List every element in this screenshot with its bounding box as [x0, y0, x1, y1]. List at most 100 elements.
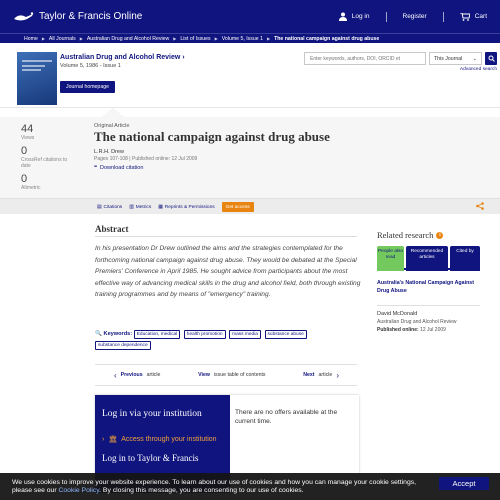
- view-label: View: [198, 372, 210, 378]
- related-heading: Related research i: [377, 230, 480, 240]
- citations-label: Citations: [103, 204, 123, 210]
- breadcrumb: Home ▶ All Journals ▶ Australian Drug an…: [0, 33, 500, 43]
- keyword-tag[interactable]: health promotion: [183, 330, 226, 339]
- search-button[interactable]: [485, 52, 497, 65]
- divider: [442, 11, 444, 22]
- cover-decoration: [22, 65, 45, 67]
- chevron-down-icon: ⌄: [472, 55, 477, 62]
- journal-title: Australian Drug and Alcohol Review: [60, 54, 181, 61]
- next-article-link[interactable]: Next article ›: [303, 371, 339, 380]
- logo-lamp-icon: [14, 11, 34, 20]
- keyword-tag[interactable]: Education, medical: [133, 330, 181, 339]
- journal-title-link[interactable]: Australian Drug and Alcohol Review ›: [60, 54, 185, 61]
- reprints-label: Reprints & Permissions: [164, 204, 215, 210]
- advanced-search-link[interactable]: Advanced search: [460, 67, 497, 72]
- chevron-right-icon: ›: [182, 54, 185, 61]
- journal-homepage-button[interactable]: Journal homepage: [60, 81, 115, 93]
- login-label: Log in: [351, 13, 370, 20]
- abstract-heading: Abstract: [95, 224, 129, 234]
- login-link[interactable]: Log in: [338, 12, 370, 21]
- article-header: 44 Views 0 CrossRef citations to date 0 …: [0, 117, 500, 214]
- keywords-label: Keywords:: [103, 331, 133, 337]
- metrics-label: Metrics: [135, 204, 152, 210]
- altmetric-label: Altmetric: [21, 185, 41, 191]
- info-icon[interactable]: i: [436, 231, 444, 239]
- user-icon: [338, 12, 347, 21]
- breadcrumb-arrow-icon: ▶: [173, 36, 177, 41]
- related-published: Published online: 12 Jul 2009: [377, 327, 480, 333]
- brand-logo[interactable]: Taylor & Francis Online: [13, 11, 142, 23]
- previous-label: Previous: [120, 372, 143, 378]
- institution-icon: 🏛: [108, 436, 118, 443]
- chevron-right-icon: ›: [102, 436, 105, 443]
- view-toc-link[interactable]: View issue table of contents: [198, 372, 265, 378]
- divider: [95, 236, 357, 237]
- breadcrumb-arrow-icon: ▶: [214, 36, 218, 41]
- cookie-text-line2: please see our Cookie Policy. By closing…: [12, 487, 500, 495]
- breadcrumb-arrow-icon: ▶: [79, 36, 83, 41]
- accept-cookies-button[interactable]: Accept: [439, 477, 489, 490]
- related-research: Related research i People also read Reco…: [377, 230, 480, 333]
- chevron-right-icon: ›: [336, 370, 339, 380]
- citations-tab[interactable]: ▤ Citations: [97, 202, 122, 212]
- tab-cited-by[interactable]: Cited by: [450, 246, 480, 271]
- keyword-tag[interactable]: substance abuse: [264, 330, 307, 339]
- breadcrumb-all-journals[interactable]: All Journals: [49, 36, 76, 42]
- institution-access-link[interactable]: › 🏛 Access through your institution: [102, 435, 223, 445]
- cookie-banner: We use cookies to improve your website e…: [0, 473, 500, 500]
- previous-article-link[interactable]: ‹ Previous article: [114, 371, 160, 380]
- article-pages: Pages 107-108 | Published online: 12 Jul…: [94, 156, 198, 162]
- tf-login-heading: Log in to Taylor & Francis: [102, 453, 199, 463]
- breadcrumb-journal[interactable]: Australian Drug and Alcohol Review: [87, 36, 169, 42]
- top-header: Taylor & Francis Online Log in Register …: [0, 0, 500, 33]
- quote-icon: ❝: [94, 165, 97, 171]
- next-label: Next: [303, 372, 315, 378]
- views-count: 44: [21, 123, 34, 135]
- published-date: 12 Jul 2009: [420, 327, 446, 333]
- search-input[interactable]: [304, 52, 426, 65]
- cover-decoration: [22, 69, 41, 71]
- search-scope-value: This Journal: [434, 55, 463, 62]
- get-access-button[interactable]: Get access: [221, 202, 254, 212]
- related-article-link[interactable]: Australia's National Campaign Against Dr…: [377, 279, 480, 295]
- related-author: David McDonald: [377, 311, 418, 317]
- cover-decoration: [22, 60, 52, 62]
- article-author[interactable]: L.R.H. Drew: [94, 149, 124, 155]
- altmetric-count: 0: [21, 173, 28, 185]
- article-title: The national campaign against drug abuse: [94, 129, 330, 144]
- brand-name: Taylor & Francis Online: [39, 11, 143, 22]
- tab-people-also-read[interactable]: People also read: [377, 246, 404, 271]
- views-metric: 44 Views: [21, 123, 69, 141]
- altmetric-metric: 0 Altmetric: [21, 173, 69, 191]
- citations-icon: ▤: [97, 204, 102, 210]
- reprints-icon: ▦: [158, 204, 163, 210]
- journal-header: Australian Drug and Alcohol Review › Vol…: [0, 43, 500, 108]
- views-label: Views: [21, 135, 35, 141]
- next-sublabel: article: [318, 372, 333, 378]
- crossref-label: CrossRef citations to date: [21, 157, 68, 169]
- article-navigation: ‹ Previous article View issue table of c…: [95, 364, 357, 386]
- keyword-tag[interactable]: mass media: [229, 330, 261, 339]
- tab-recommended-articles[interactable]: Recommended articles: [406, 246, 448, 271]
- cookie-post: . By closing this message, you are conse…: [99, 486, 304, 494]
- metrics-column: 44 Views 0 CrossRef citations to date 0 …: [21, 123, 69, 195]
- register-label: Register: [402, 13, 427, 20]
- cookie-policy-link[interactable]: Cookie Policy: [58, 487, 99, 494]
- cart-link[interactable]: Cart: [459, 12, 487, 21]
- share-icon[interactable]: [476, 202, 484, 212]
- breadcrumb-issues[interactable]: List of Issues: [180, 36, 210, 42]
- journal-cover[interactable]: [17, 52, 57, 105]
- keyword-tag[interactable]: substance dependence: [95, 341, 151, 350]
- chevron-left-icon: ‹: [114, 370, 117, 380]
- previous-sublabel: article: [146, 372, 161, 378]
- divider: [377, 305, 480, 306]
- metrics-tab[interactable]: ▥ Metrics: [129, 202, 151, 212]
- search-scope-select[interactable]: This Journal ⌄: [429, 52, 482, 65]
- cookie-pre: please see our: [12, 486, 57, 494]
- download-citation-link[interactable]: ❝ Download citation: [94, 165, 143, 171]
- related-heading-label: Related research: [377, 230, 434, 240]
- breadcrumb-home[interactable]: Home: [24, 36, 38, 42]
- register-link[interactable]: Register: [403, 13, 427, 20]
- reprints-tab[interactable]: ▦ Reprints & Permissions: [158, 202, 214, 212]
- breadcrumb-issue[interactable]: Volume 5, Issue 1: [222, 36, 263, 42]
